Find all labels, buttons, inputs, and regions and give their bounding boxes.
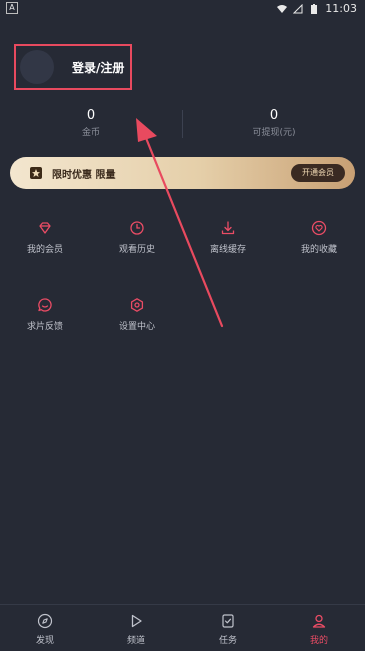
notification-indicator: A [6,2,18,14]
vip-promo-text: 限时优惠 限量 [52,170,116,181]
tab-label: 发现 [35,636,54,646]
grid-item-feedback[interactable]: 求片反馈 [10,297,80,337]
grid-item-label: 设置中心 [118,322,155,332]
tab-channels[interactable]: 频道 [101,613,171,646]
vip-banner[interactable]: 限时优惠 限量 开通会员 [10,157,355,189]
grid-item-label: 观看历史 [118,245,155,255]
heart-icon [311,220,327,236]
status-right: 11:03 [277,2,357,15]
bottom-navigation: 发现 频道 任务 我的 [0,604,365,651]
battery-icon [311,3,318,14]
coins-label: 金币 [81,128,100,138]
coins-value: 0 [86,108,96,123]
account-stats: 0 金币 0 可提现(元) [0,108,365,142]
avatar[interactable] [20,50,54,84]
tab-discover[interactable]: 发现 [10,613,80,646]
clock-icon [130,221,144,235]
compass-icon [37,613,53,629]
user-icon [312,614,326,628]
grid-item-label: 离线缓存 [209,245,246,255]
status-bar: A 11:03 [0,0,365,16]
play-icon [131,614,142,628]
grid-item-offline-cache[interactable]: 离线缓存 [193,220,263,260]
login-register-area[interactable]: 登录/注册 [14,44,132,90]
coins-stat[interactable]: 0 金币 [0,108,182,138]
grid-item-membership[interactable]: 我的会员 [10,220,80,260]
status-left: A [6,2,18,14]
cash-stat[interactable]: 0 可提现(元) [183,108,365,138]
diamond-icon [39,222,51,234]
chat-icon [38,298,52,312]
grid-item-label: 求片反馈 [26,322,63,332]
tab-label: 频道 [126,636,145,646]
clock-time: 11:03 [325,2,357,15]
cash-label: 可提现(元) [252,128,296,138]
tab-label: 任务 [218,636,237,646]
cash-value: 0 [269,108,279,123]
grid-item-history[interactable]: 观看历史 [102,220,172,260]
vip-ticket-icon [30,167,42,179]
tab-label: 我的 [309,636,328,646]
tab-mine[interactable]: 我的 [284,613,354,646]
task-icon [222,614,234,628]
gear-icon [130,298,144,312]
login-register-label[interactable]: 登录/注册 [72,59,124,76]
grid-item-settings[interactable]: 设置中心 [102,297,172,337]
grid-item-label: 我的会员 [26,245,63,255]
wifi-icon [277,4,288,13]
download-icon [221,221,235,235]
signal-icon [293,3,303,13]
tab-tasks[interactable]: 任务 [193,613,263,646]
grid-item-favorites[interactable]: 我的收藏 [284,220,354,260]
open-vip-button[interactable]: 开通会员 [291,164,345,182]
grid-item-label: 我的收藏 [300,245,337,255]
